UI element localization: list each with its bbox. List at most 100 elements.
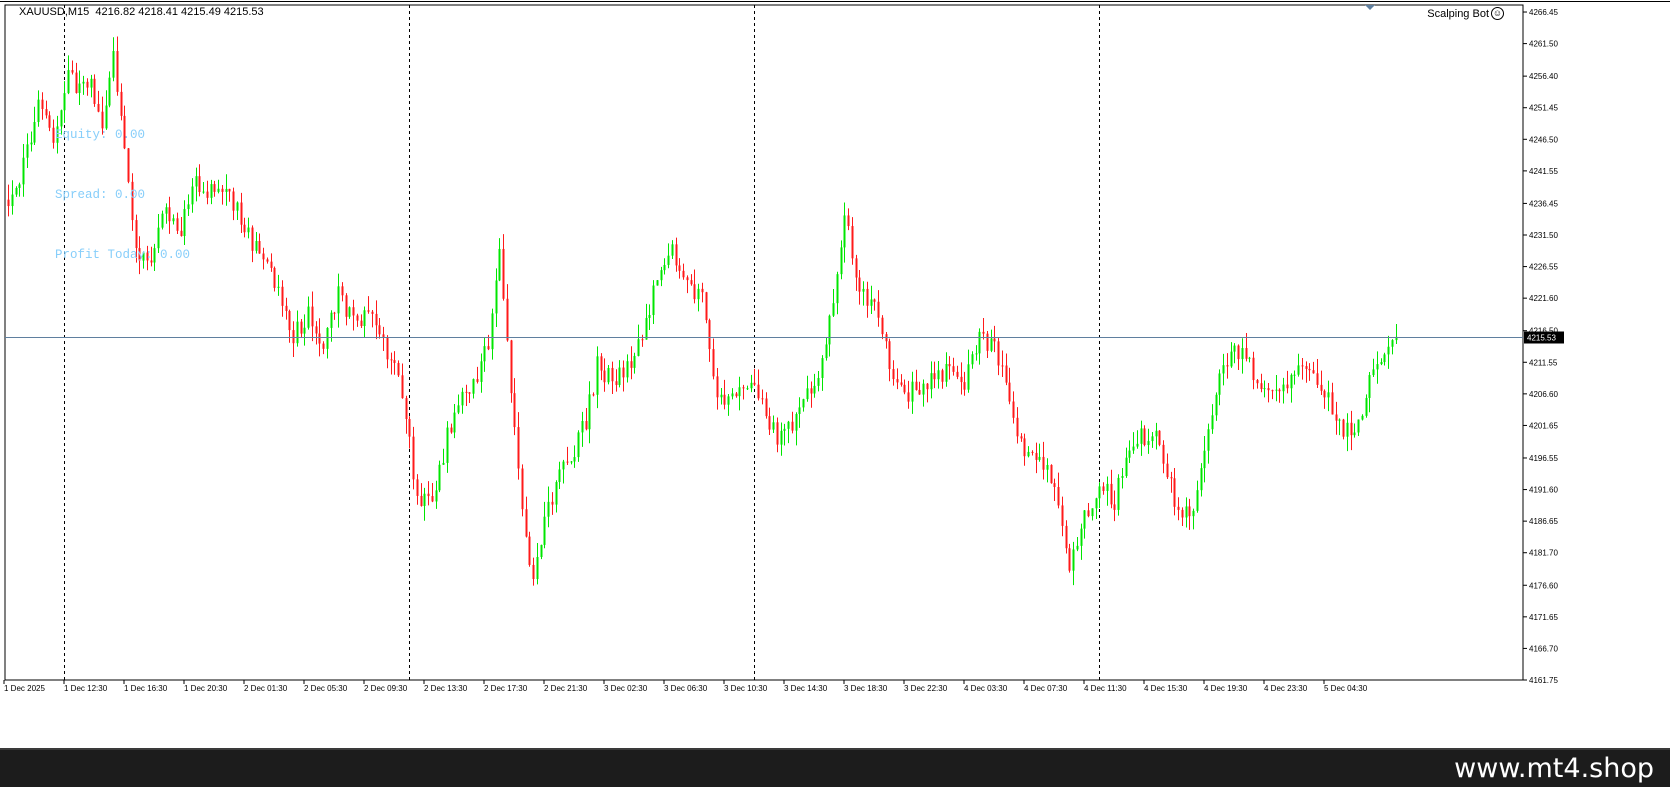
candle-bull [843,215,846,248]
candle-bear [768,416,771,430]
candle-bull [795,413,798,431]
candle-bull [348,307,351,317]
candle-bear [960,376,963,383]
candle-bear [1286,384,1289,389]
candle-bull [1121,476,1124,478]
smiley-icon[interactable]: ☺ [1491,7,1504,20]
candle-bear [952,366,955,372]
candle-bear [956,371,959,377]
candle-bear [615,381,618,385]
candle-bull [1241,348,1244,360]
candle-bear [963,382,966,390]
candle-bear [1035,452,1038,460]
candle-bear [390,359,393,361]
candle-bear [1102,486,1105,491]
candle-bear [71,70,74,73]
x-tick-label: 2 Dec 13:30 [424,684,468,693]
candle-bear [408,419,411,437]
candle-bear [318,333,321,344]
candle-bear [1256,380,1259,384]
candle-bull [1353,432,1356,436]
x-tick-label: 5 Dec 04:30 [1324,684,1368,693]
candle-bear [1342,419,1345,437]
chart-window[interactable]: 4266.45 4261.50 4256.40 4251.45 4246.50 4241.… [0,0,1670,748]
y-tick-label: 4186.65 [1529,517,1558,526]
candle-bull [540,544,543,557]
candle-bear [735,393,738,397]
candle-bull [33,121,36,143]
shift-marker-icon [1365,5,1375,10]
candle-bear [525,509,528,537]
candle-bear [1050,464,1053,484]
candle-bear [251,227,254,251]
candle-bear [630,361,633,368]
candle-bear [600,356,603,371]
y-tick-label: 4261.50 [1529,40,1558,49]
candle-bear [1023,438,1026,457]
candle-bear [888,341,891,370]
candle-bear [933,373,936,380]
candle-bear [382,334,385,338]
candle-bear [420,495,423,506]
candle-bull [1327,392,1330,398]
candle-bull [573,457,576,462]
candle-bull [1338,419,1341,421]
candle-bull [1365,397,1368,416]
candle-bear [1068,548,1071,571]
candle-bull [990,338,993,351]
candle-bear [356,315,359,321]
candle-bear [742,387,745,389]
candle-bear [1188,506,1191,517]
candle-bear [873,299,876,302]
candle-bear [1305,366,1308,369]
y-tick-label: 4201.65 [1529,421,1558,430]
y-tick-label: 4226.55 [1529,263,1558,272]
candle-bear [926,383,929,390]
candle-bull [461,391,464,406]
expert-advisor-label[interactable]: Scalping Bot ☺ [1427,7,1504,20]
candle-bear [791,421,794,431]
candle-bear [776,422,779,445]
symbol-header: XAUUSD,M15 4216.82 4218.41 4215.49 4215.… [19,6,264,18]
candle-bull [1282,384,1285,392]
x-tick-label: 4 Dec 23:30 [1264,684,1308,693]
candle-bear [678,265,681,271]
candle-bull [423,493,426,506]
candle-bull [720,394,723,398]
candle-bear [1177,506,1180,510]
candle-bull [1196,490,1199,511]
candle-bear [333,312,336,314]
candle-bull [1200,468,1203,491]
candle-bear [1308,368,1311,371]
candle-bull [1275,389,1278,391]
candle-bull [1293,374,1296,376]
candle-bear [1320,384,1323,391]
candle-bear [1316,373,1319,385]
candlestick-chart[interactable]: 4266.45 4261.50 4256.40 4251.45 4246.50 4241.… [0,0,1670,748]
y-tick-label: 4256.40 [1529,72,1558,81]
candle-bull [596,356,599,395]
candle-bull [967,364,970,390]
candle-bull [937,370,940,380]
candle-bull [813,385,816,394]
candle-bull [1357,419,1360,433]
candle-bear [1323,390,1326,398]
candle-bear [510,340,513,394]
candle-bear [1005,365,1008,383]
candle-bear [532,564,535,580]
candle-bear [1158,430,1161,445]
candle-bull [978,331,981,354]
candle-bear [1113,504,1116,510]
candle-bear [528,536,531,565]
candle-bull [1125,457,1128,477]
candle-bear [412,436,415,480]
candle-bear [521,468,524,510]
candle-bull [1368,375,1371,398]
info-line-profit: Profit Today: 0.00 [55,248,191,262]
y-tick-label: 4166.70 [1529,644,1558,653]
candle-bear [693,284,696,300]
x-tick-label: 1 Dec 20:30 [184,684,228,693]
candle-bear [1350,422,1353,436]
candle-bull [217,188,220,192]
candle-bear [360,320,363,327]
